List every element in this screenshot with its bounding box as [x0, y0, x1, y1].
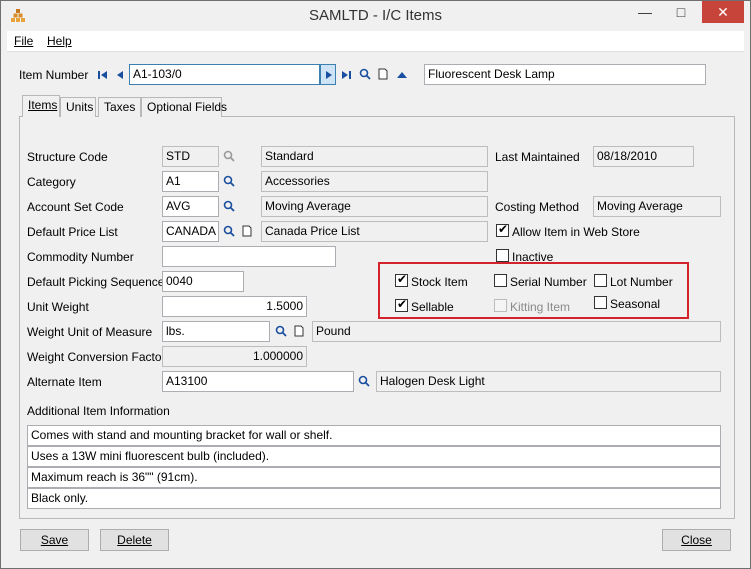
- weight-conversion-value: 1.000000: [162, 346, 307, 367]
- menu-bar: File Help: [7, 31, 744, 52]
- check-mark-icon: ✔: [397, 272, 408, 286]
- weight-uom-input[interactable]: lbs.: [162, 321, 270, 342]
- costing-method-value: Moving Average: [593, 196, 721, 217]
- commodity-number-input[interactable]: [162, 246, 336, 267]
- last-maintained-label: Last Maintained: [495, 150, 580, 164]
- additional-info-line[interactable]: Comes with stand and mounting bracket fo…: [27, 425, 721, 446]
- costing-method-label: Costing Method: [495, 200, 580, 214]
- tab-items[interactable]: Items: [22, 95, 60, 117]
- weight-uom-label: Weight Unit of Measure: [27, 325, 153, 339]
- last-record-icon[interactable]: [340, 69, 352, 81]
- picking-sequence-label: Default Picking Sequence: [27, 275, 165, 289]
- item-number-input[interactable]: A1-103/0: [129, 64, 320, 85]
- finder-icon[interactable]: [223, 200, 235, 212]
- additional-info-label: Additional Item Information: [27, 404, 170, 418]
- weight-uom-description: Pound: [312, 321, 721, 342]
- structure-code-description: Standard: [261, 146, 488, 167]
- stock-item-checkbox[interactable]: ✔: [395, 272, 408, 287]
- finder-icon[interactable]: [223, 175, 235, 187]
- lot-number-label: Lot Number: [610, 275, 673, 289]
- additional-info-line[interactable]: Black only.: [27, 488, 721, 509]
- allow-web-store-checkbox[interactable]: ✔: [496, 222, 509, 237]
- unit-weight-label: Unit Weight: [27, 300, 89, 314]
- finder-icon[interactable]: [359, 68, 371, 80]
- close-window-button[interactable]: ✕: [702, 1, 744, 23]
- alternate-item-description: Halogen Desk Light: [376, 371, 721, 392]
- kitting-item-label: Kitting Item: [510, 300, 571, 314]
- new-document-icon[interactable]: [241, 225, 253, 237]
- account-set-label: Account Set Code: [27, 200, 124, 214]
- serial-number-label: Serial Number: [510, 275, 587, 289]
- previous-record-icon[interactable]: [114, 69, 126, 81]
- allow-web-store-label: Allow Item in Web Store: [512, 225, 640, 239]
- finder-icon[interactable]: [223, 225, 235, 237]
- kitting-item-checkbox: [494, 299, 507, 312]
- sellable-label: Sellable: [411, 300, 454, 314]
- default-price-list-description: Canada Price List: [261, 221, 488, 242]
- structure-code-input: STD: [162, 146, 219, 167]
- last-maintained-value: 08/18/2010: [593, 146, 694, 167]
- account-set-input[interactable]: AVG: [162, 196, 219, 217]
- finder-icon[interactable]: [275, 325, 287, 337]
- tab-optional-fields[interactable]: Optional Fields: [141, 97, 227, 117]
- serial-number-checkbox[interactable]: [494, 274, 507, 287]
- unit-weight-input[interactable]: 1.5000: [162, 296, 307, 317]
- category-description: Accessories: [261, 171, 488, 192]
- weight-conversion-label: Weight Conversion Factor: [27, 350, 166, 364]
- title-bar: SAMLTD - I/C Items — □ ✕: [1, 1, 750, 31]
- check-mark-icon: ✔: [397, 297, 408, 311]
- additional-info-line[interactable]: Maximum reach is 36"" (91cm).: [27, 467, 721, 488]
- minimize-button[interactable]: —: [630, 1, 660, 23]
- sellable-checkbox[interactable]: ✔: [395, 297, 408, 312]
- tab-taxes[interactable]: Taxes: [98, 97, 141, 117]
- commodity-number-label: Commodity Number: [27, 250, 134, 264]
- category-input[interactable]: A1: [162, 171, 219, 192]
- menu-file[interactable]: File: [14, 34, 33, 48]
- category-label: Category: [27, 175, 76, 189]
- check-mark-icon: ✔: [498, 222, 509, 236]
- picking-sequence-input[interactable]: 0040: [162, 271, 244, 292]
- account-set-description: Moving Average: [261, 196, 488, 217]
- close-button[interactable]: Close: [662, 529, 731, 551]
- maximize-button[interactable]: □: [666, 1, 696, 23]
- item-number-label: Item Number: [19, 68, 89, 82]
- alternate-item-input[interactable]: A13100: [162, 371, 354, 392]
- item-description-input[interactable]: Fluorescent Desk Lamp: [424, 64, 706, 85]
- structure-code-label: Structure Code: [27, 150, 108, 164]
- menu-help[interactable]: Help: [47, 34, 72, 48]
- seasonal-label: Seasonal: [610, 297, 661, 311]
- finder-icon: [223, 150, 235, 162]
- seasonal-checkbox[interactable]: [594, 296, 607, 309]
- finder-icon[interactable]: [358, 375, 370, 387]
- next-record-button[interactable]: [320, 64, 336, 85]
- save-button[interactable]: Save: [20, 529, 89, 551]
- default-price-list-label: Default Price List: [27, 225, 118, 239]
- stock-item-label: Stock Item: [411, 275, 468, 289]
- tab-units[interactable]: Units: [60, 97, 96, 117]
- zoom-up-icon[interactable]: [396, 69, 408, 81]
- window: SAMLTD - I/C Items — □ ✕ File Help Item …: [0, 0, 751, 569]
- alternate-item-label: Alternate Item: [27, 375, 102, 389]
- lot-number-checkbox[interactable]: [594, 274, 607, 287]
- first-record-icon[interactable]: [97, 69, 109, 81]
- inactive-checkbox[interactable]: [496, 249, 509, 262]
- new-document-icon[interactable]: [293, 325, 305, 337]
- next-record-icon: [326, 71, 332, 79]
- new-document-icon[interactable]: [377, 68, 389, 80]
- delete-button[interactable]: Delete: [100, 529, 169, 551]
- additional-info-line[interactable]: Uses a 13W mini fluorescent bulb (includ…: [27, 446, 721, 467]
- default-price-list-input[interactable]: CANADA: [162, 221, 219, 242]
